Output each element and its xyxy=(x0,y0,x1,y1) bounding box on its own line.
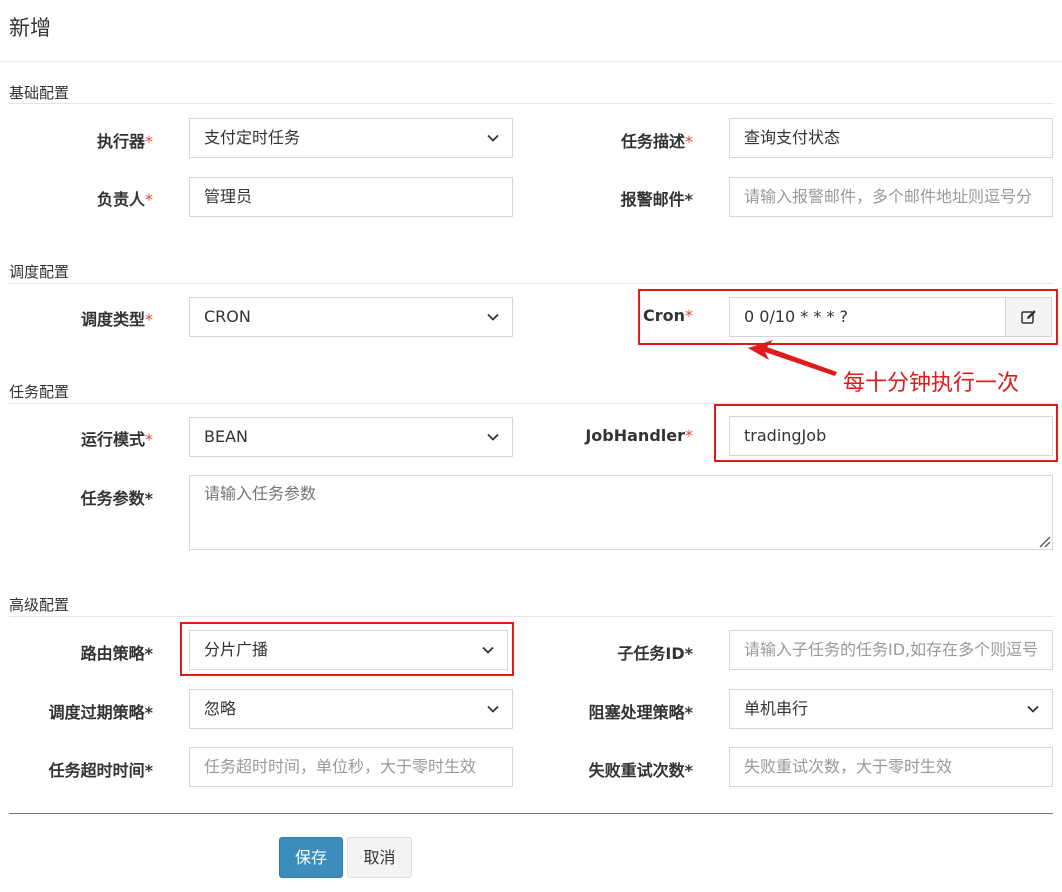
glue-type-select[interactable]: BEAN xyxy=(189,417,513,457)
block-strategy-value: 单机串行 xyxy=(744,699,809,718)
annotation-text: 每十分钟执行一次 xyxy=(843,371,1020,396)
schedule-type-select[interactable]: CRON xyxy=(189,297,513,337)
misfire-strategy-value: 忽略 xyxy=(204,699,237,718)
route-strategy-select[interactable]: 分片广播 xyxy=(189,630,508,670)
section-advanced-divider xyxy=(9,616,1053,617)
footer-divider xyxy=(9,813,1053,814)
resize-grip-icon[interactable] xyxy=(1037,534,1051,548)
misfire-strategy-label: 调度过期策略* xyxy=(48,703,153,722)
chevron-down-icon xyxy=(1027,705,1039,713)
section-basic-divider xyxy=(9,103,1053,104)
jobhandler-label: JobHandler* xyxy=(585,426,693,445)
section-schedule: 调度配置 xyxy=(9,263,70,281)
cron-input[interactable]: 0 0/10 * * * ? xyxy=(729,297,1052,337)
block-strategy-label: 阻塞处理策略* xyxy=(588,703,693,722)
alarm-email-label: 报警邮件* xyxy=(620,190,693,209)
job-desc-label: 任务描述* xyxy=(620,132,693,151)
cancel-button[interactable]: 取消 xyxy=(347,837,412,878)
chevron-down-icon xyxy=(487,433,499,441)
child-job-id-label: 子任务ID* xyxy=(617,644,693,663)
misfire-strategy-select[interactable]: 忽略 xyxy=(189,689,513,729)
annotation-arrow-icon xyxy=(748,340,837,376)
route-strategy-value: 分片广播 xyxy=(204,640,269,659)
glue-type-label: 运行模式* xyxy=(80,430,153,449)
edit-icon xyxy=(1021,310,1036,324)
timeout-label: 任务超时时间* xyxy=(48,761,153,780)
dialog-title: 新增 xyxy=(9,16,51,40)
fail-retry-label: 失败重试次数* xyxy=(588,761,693,780)
job-desc-input[interactable]: 查询支付状态 xyxy=(729,118,1053,158)
author-input[interactable]: 管理员 xyxy=(189,177,513,217)
timeout-input[interactable]: 任务超时时间，单位秒，大于零时生效 xyxy=(189,747,513,787)
save-button[interactable]: 保存 xyxy=(279,837,343,878)
jobhandler-input[interactable]: tradingJob xyxy=(729,416,1053,456)
child-job-id-input[interactable]: 请输入子任务的任务ID,如存在多个则逗号 xyxy=(729,630,1053,670)
executor-value: 支付定时任务 xyxy=(204,128,301,147)
job-param-textarea[interactable] xyxy=(189,475,1053,550)
section-basic: 基础配置 xyxy=(9,84,70,102)
chevron-down-icon xyxy=(482,646,494,654)
route-strategy-label: 路由策略* xyxy=(80,644,153,663)
glue-type-value: BEAN xyxy=(204,427,248,446)
section-advanced: 高级配置 xyxy=(9,596,70,614)
chevron-down-icon xyxy=(487,134,499,142)
executor-select[interactable]: 支付定时任务 xyxy=(189,118,513,158)
author-label: 负责人* xyxy=(96,190,153,209)
job-param-label: 任务参数* xyxy=(80,489,153,508)
chevron-down-icon xyxy=(487,705,499,713)
title-divider xyxy=(0,61,1062,62)
executor-label: 执行器* xyxy=(96,132,153,151)
alarm-email-input[interactable]: 请输入报警邮件，多个邮件地址则逗号分 xyxy=(729,177,1053,217)
block-strategy-select[interactable]: 单机串行 xyxy=(729,689,1053,729)
section-schedule-divider xyxy=(9,283,1053,284)
schedule-type-value: CRON xyxy=(204,307,251,326)
cron-edit-button[interactable] xyxy=(1005,298,1051,336)
cron-value: 0 0/10 * * * ? xyxy=(744,307,849,326)
fail-retry-input[interactable]: 失败重试次数，大于零时生效 xyxy=(729,747,1053,787)
schedule-type-label: 调度类型* xyxy=(80,310,153,329)
section-task: 任务配置 xyxy=(9,383,70,401)
chevron-down-icon xyxy=(487,313,499,321)
cron-label: Cron* xyxy=(642,306,693,325)
